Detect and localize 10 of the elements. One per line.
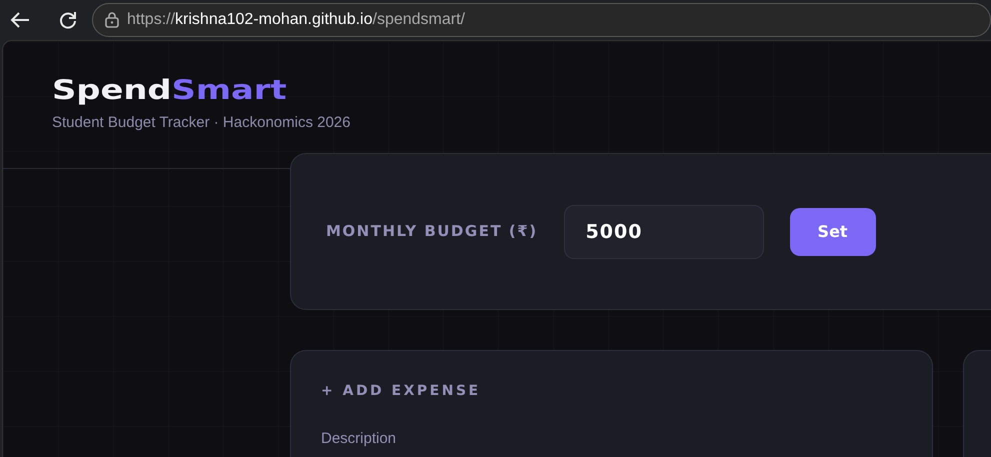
section-title: + ADD EXPENSE [321, 382, 482, 401]
address-bar[interactable]: https://krishna102-mohan.github.io/spendsmart/ [92, 3, 991, 37]
field-label: Description [321, 429, 398, 449]
app-subtitle: Student Budget Tracker · Hackonomics 2026 [52, 113, 352, 133]
lock-icon [105, 12, 119, 28]
budget-label: MONTHLY BUDGET (₹) [326, 221, 538, 242]
budget-input[interactable]: 5000 [564, 204, 764, 258]
set-button[interactable]: Set [790, 208, 876, 256]
app-logo: SpendSmart [52, 77, 287, 104]
url-text: https://krishna102-mohan.github.io/spendsmart/ [127, 10, 465, 30]
